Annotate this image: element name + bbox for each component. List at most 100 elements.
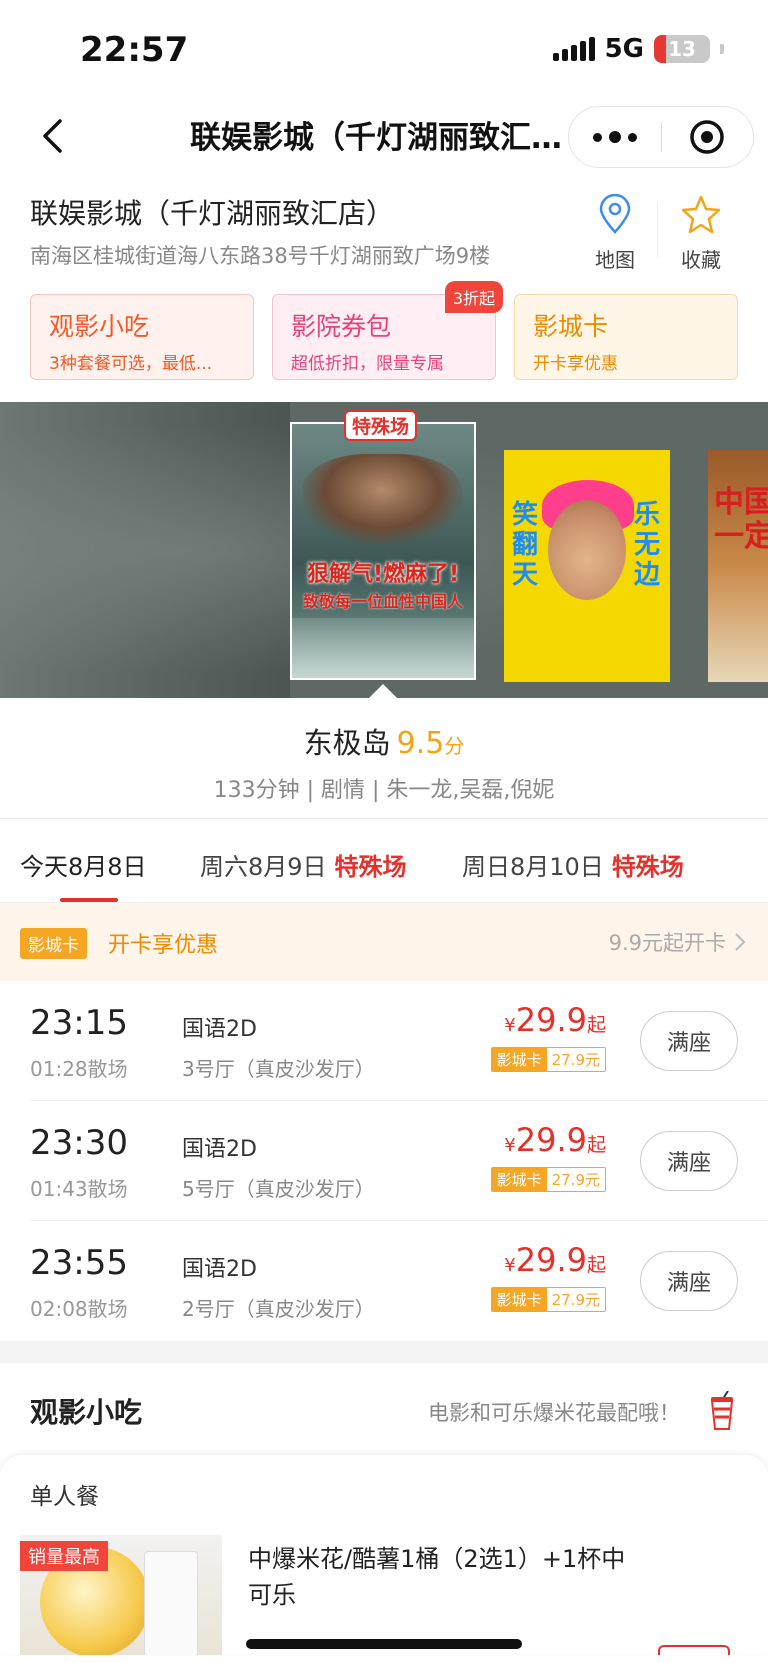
promo-open-card: 9.9元起开卡 bbox=[609, 927, 746, 957]
cinema-name: 联娱影城（千灯湖丽致汇店） bbox=[30, 197, 395, 230]
date-tabs: 今天8月8日 周六8月9日 特殊场 周日8月10日 特殊场 bbox=[0, 819, 768, 903]
promo-badge: 影城卡 bbox=[20, 928, 87, 959]
card-price-badge: 影城卡 27.9元 bbox=[490, 1167, 606, 1192]
snack-panel: 单人餐 销量最高 中爆米花/酷薯1桶（2选1）+1杯中可乐 bbox=[0, 1455, 768, 1655]
special-screening-label: 特殊场 bbox=[334, 853, 407, 881]
tab-label: 周六8月9日 bbox=[200, 853, 327, 881]
movie-info: 东极岛 9.5分 133分钟 | 剧情 | 朱一龙,吴磊,倪妮 bbox=[0, 698, 768, 818]
chevron-left-icon bbox=[43, 119, 62, 153]
poster-subtagline: 致敬每一位血性中国人 bbox=[302, 592, 463, 611]
cinema-address: 南海区桂城街道海八东路38号千灯湖丽致广场9楼 bbox=[30, 244, 491, 268]
chevron-right-icon bbox=[735, 933, 746, 951]
snacks-header: 观影小吃 电影和可乐爆米花最配哦！ bbox=[0, 1363, 768, 1455]
card-price-label: 影城卡 bbox=[491, 1168, 547, 1191]
poster-art bbox=[548, 500, 626, 600]
cinema-info: 联娱影城（千灯湖丽致汇店） 南海区桂城街道海八东路38号千灯湖丽致广场9楼 地图… bbox=[0, 172, 768, 282]
feature-cards: 观影小吃 3种套餐可选，最低... 影院券包 超低折扣，限量专属 3折起 影城卡… bbox=[0, 281, 768, 402]
popcorn-cola-icon bbox=[706, 1390, 738, 1435]
snack-category: 单人餐 bbox=[30, 1484, 99, 1510]
showtime-price: ¥29.9起 bbox=[504, 1121, 606, 1159]
price-suffix: 起 bbox=[586, 1254, 606, 1276]
target-close-icon bbox=[690, 120, 724, 154]
action-divider bbox=[657, 202, 658, 258]
poster-art bbox=[302, 454, 462, 544]
price-currency: ¥ bbox=[504, 1135, 516, 1156]
snack-buy-button[interactable] bbox=[658, 1645, 730, 1655]
showtime-language: 国语2D bbox=[182, 1257, 257, 1282]
star-icon bbox=[681, 195, 721, 234]
cinema-card-title: 影城卡 bbox=[533, 312, 609, 341]
signal-icon bbox=[552, 37, 595, 61]
coupon-pack-card[interactable]: 影院券包 超低折扣，限量专属 3折起 bbox=[272, 281, 503, 380]
poster-item[interactable]: 中国一定 bbox=[708, 450, 768, 682]
back-button[interactable] bbox=[30, 114, 74, 158]
showtime-row[interactable]: 23:15 01:28散场 国语2D 3号厅（真皮沙发厅） ¥29.9起 影城卡… bbox=[0, 981, 768, 1101]
status-time: 22:57 bbox=[80, 30, 189, 70]
showtime-row[interactable]: 23:55 02:08散场 国语2D 2号厅（真皮沙发厅） ¥29.9起 影城卡… bbox=[0, 1221, 768, 1341]
more-button[interactable] bbox=[569, 107, 661, 167]
price-currency: ¥ bbox=[504, 1255, 516, 1276]
battery-level: 13 bbox=[668, 37, 696, 61]
tab-today[interactable]: 今天8月8日 bbox=[20, 847, 147, 882]
price-suffix: 起 bbox=[586, 1134, 606, 1156]
status-bar: 22:57 5G 13 bbox=[0, 0, 768, 100]
location-pin-icon bbox=[599, 194, 631, 234]
home-indicator bbox=[246, 1639, 522, 1649]
snacks-subtitle: 电影和可乐爆米花最配哦！ bbox=[428, 1401, 680, 1425]
card-promo-bar[interactable]: 影城卡 开卡享优惠 9.9元起开卡 bbox=[0, 903, 768, 981]
poster-text: 中国一定 bbox=[714, 485, 768, 554]
more-dot-icon bbox=[608, 131, 621, 143]
tab-sunday[interactable]: 周日8月10日 特殊场 bbox=[462, 847, 684, 882]
poster-item[interactable]: 笑翻天 乐无边 bbox=[504, 450, 670, 682]
favorite-button[interactable]: 收藏 bbox=[666, 192, 736, 273]
showtime-hall: 2号厅（真皮沙发厅） bbox=[182, 1297, 375, 1321]
more-dot-icon bbox=[592, 132, 602, 142]
tab-saturday[interactable]: 周六8月9日 特殊场 bbox=[200, 847, 407, 882]
poster-tagline: 狠解气!燃麻了! bbox=[306, 562, 460, 587]
section-gap bbox=[0, 1341, 768, 1363]
battery-icon: 13 bbox=[654, 35, 710, 63]
movie-score: 9.5 bbox=[396, 726, 445, 761]
price-value: 29.9 bbox=[515, 1241, 587, 1279]
battery-tip bbox=[720, 44, 724, 54]
close-mini-program-button[interactable] bbox=[662, 107, 754, 167]
map-label: 地图 bbox=[595, 248, 635, 272]
showtime-price: ¥29.9起 bbox=[504, 1241, 606, 1279]
snacks-card[interactable]: 观影小吃 3种套餐可选，最低... bbox=[30, 294, 254, 380]
sold-out-button[interactable]: 满座 bbox=[640, 1131, 738, 1191]
sold-out-button[interactable]: 满座 bbox=[640, 1011, 738, 1071]
movie-title: 东极岛 bbox=[303, 726, 391, 760]
best-seller-badge: 销量最高 bbox=[20, 1541, 108, 1571]
active-tab-indicator bbox=[60, 898, 118, 902]
showtime-end: 01:28散场 bbox=[30, 1057, 128, 1081]
promo-price-text: 9.9元起开卡 bbox=[608, 931, 726, 955]
page-title: 联娱影城（千灯湖丽致汇店） bbox=[190, 120, 580, 156]
sold-out-button[interactable]: 满座 bbox=[640, 1251, 738, 1311]
price-suffix: 起 bbox=[586, 1014, 606, 1036]
poster-selected[interactable]: 狠解气!燃麻了! 致敬每一位血性中国人 bbox=[290, 422, 476, 680]
snacks-card-subtitle: 3种套餐可选，最低... bbox=[49, 354, 213, 374]
snack-name[interactable]: 中爆米花/酷薯1桶（2选1）+1杯中可乐 bbox=[248, 1541, 628, 1613]
mini-program-capsule bbox=[568, 106, 754, 168]
showtime-start: 23:30 bbox=[30, 1123, 128, 1163]
poster-text-right: 乐无边 bbox=[634, 500, 661, 590]
card-price-badge: 影城卡 27.9元 bbox=[490, 1287, 606, 1312]
price-value: 29.9 bbox=[515, 1001, 587, 1039]
map-button[interactable]: 地图 bbox=[580, 192, 650, 273]
status-indicators: 5G 13 bbox=[552, 34, 724, 64]
coupon-pack-subtitle: 超低折扣，限量专属 bbox=[291, 354, 444, 374]
tab-label: 周日8月10日 bbox=[462, 853, 604, 881]
cup-art bbox=[144, 1551, 198, 1655]
showtime-hall: 3号厅（真皮沙发厅） bbox=[182, 1057, 375, 1081]
showtime-end: 01:43散场 bbox=[30, 1177, 128, 1201]
discount-badge: 3折起 bbox=[444, 281, 503, 313]
showtime-start: 23:15 bbox=[30, 1003, 128, 1043]
more-dot-icon bbox=[627, 132, 637, 142]
cinema-card-card[interactable]: 影城卡 开卡享优惠 bbox=[514, 294, 738, 380]
showtime-row[interactable]: 23:30 01:43散场 国语2D 5号厅（真皮沙发厅） ¥29.9起 影城卡… bbox=[0, 1101, 768, 1221]
poster-carousel[interactable]: 特殊场 狠解气!燃麻了! 致敬每一位血性中国人 笑翻天 乐无边 中国一定 bbox=[0, 402, 768, 698]
snacks-title: 观影小吃 bbox=[30, 1396, 143, 1429]
promo-text: 开卡享优惠 bbox=[108, 933, 219, 958]
movie-score-unit: 分 bbox=[444, 734, 465, 758]
card-price-value: 27.9元 bbox=[546, 1048, 605, 1071]
